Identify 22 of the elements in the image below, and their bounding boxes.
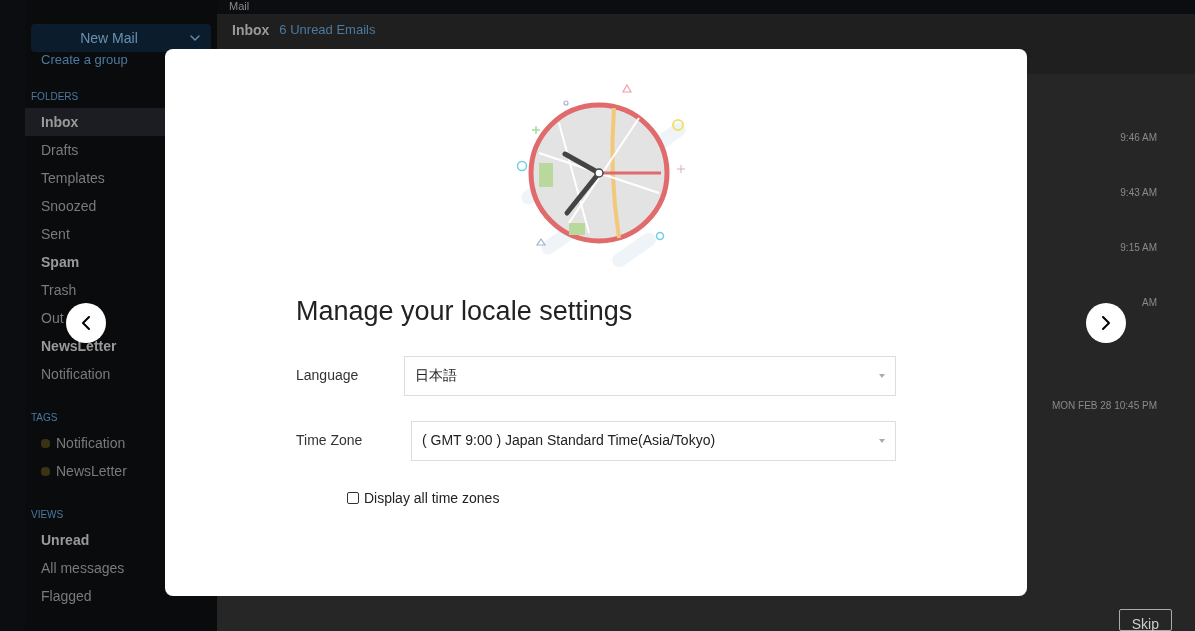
skip-button[interactable]: Skip [1118,609,1172,631]
sidebar-item[interactable]: NewsLetter [25,457,217,485]
display-all-checkbox[interactable]: Display all time zones [347,487,1027,509]
section-heading: VIEWS [31,508,65,522]
select-field[interactable]: ( GMT 9:00 ) Japan Standard Time(Asia/Tokyo) [411,420,896,461]
tab-title[interactable]: Mail [229,0,250,12]
folder-title: Inbox [232,21,270,40]
dialog-title: Manage your locale settings [296,295,634,328]
email-time: 9:46 AM [1119,131,1157,145]
email-time: 9:43 AM [1119,186,1157,200]
sidebar-item[interactable]: Notification [25,429,217,457]
field-label: Time Zone [296,431,364,450]
section-heading: TAGS [31,411,59,425]
email-time: 9:15 AM [1119,241,1157,255]
section-heading: FOLDERS [31,90,80,104]
select-field[interactable]: 日本語 [404,355,896,396]
email-time: MON FEB 28 10:45 PM [1050,399,1157,413]
unread-count: 6 Unread Emails [279,21,376,39]
field-label: Language [296,366,360,385]
dropdown-arrow-icon [879,438,885,443]
dropdown-arrow-icon [879,373,885,378]
next-button[interactable] [1086,303,1126,343]
